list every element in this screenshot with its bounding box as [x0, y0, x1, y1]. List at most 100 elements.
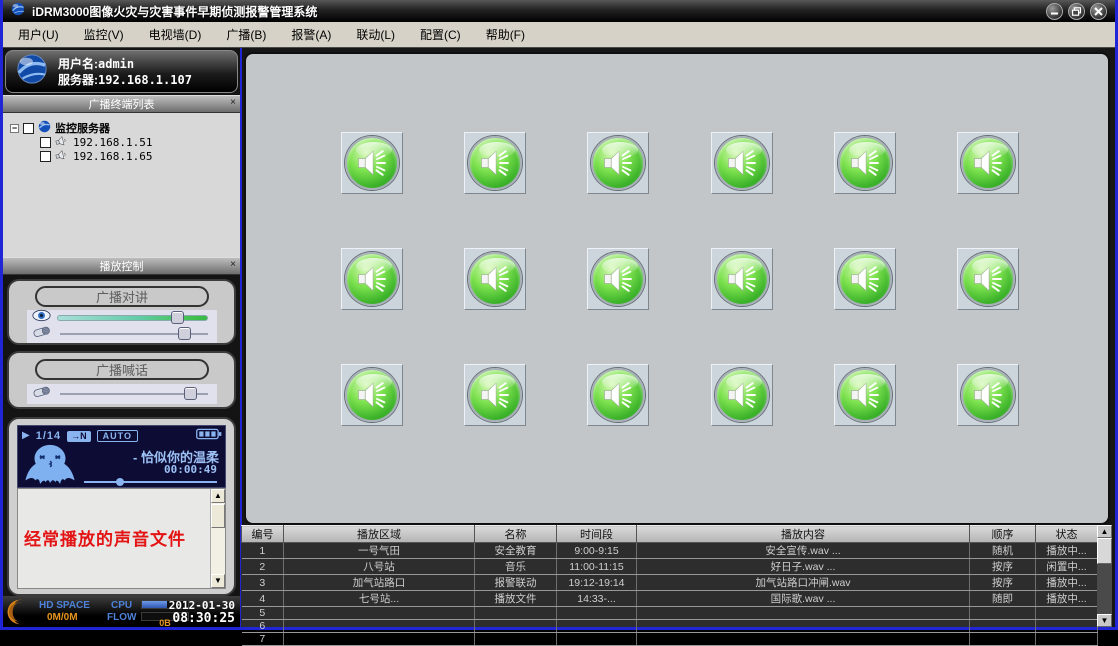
root-checkbox[interactable]	[23, 123, 34, 134]
sound-file-list[interactable]: 经常播放的声音文件 ▲ ▼	[17, 488, 226, 589]
talk-mic-slider[interactable]	[60, 327, 212, 341]
speaker-button[interactable]	[587, 248, 649, 310]
progress-dot[interactable]	[116, 478, 124, 486]
talk-volume-slider[interactable]	[57, 311, 212, 325]
speaker-button[interactable]	[711, 132, 773, 194]
speaker-button[interactable]	[957, 132, 1019, 194]
speaker-button[interactable]	[341, 132, 403, 194]
schedule-cell	[637, 620, 970, 633]
shout-mic-thumb[interactable]	[184, 387, 197, 400]
table-header-cell[interactable]: 状态	[1036, 526, 1098, 543]
speaker-button[interactable]	[711, 248, 773, 310]
table-header-cell[interactable]: 顺序	[970, 526, 1036, 543]
sidebar: 用户名:admin 服务器:192.168.1.107 广播终端列表 × − 监…	[3, 48, 242, 627]
schedule-cell: 14:33-...	[557, 591, 637, 607]
terminal-row[interactable]: 192.168.1.51	[3, 135, 240, 149]
player-screen: ▶ 1/14 →N AUTO - 恰似你的温柔 00:00:49	[17, 425, 226, 488]
horn-icon	[55, 149, 69, 164]
shout-mic-slider[interactable]	[60, 387, 212, 401]
speaker-button[interactable]	[464, 364, 526, 426]
talk-volume-thumb[interactable]	[171, 311, 184, 324]
schedule-row[interactable]: 5	[242, 607, 1098, 620]
schedule-cell: 6	[242, 620, 284, 633]
table-scrollbar[interactable]: ▲ ▼	[1097, 525, 1112, 627]
schedule-cell	[475, 607, 557, 620]
schedule-row[interactable]: 2八号站音乐11:00-11:15好日子.wav ...按序闲置中...	[242, 559, 1098, 575]
terminal-ip: 192.168.1.51	[73, 136, 152, 149]
restore-button[interactable]	[1068, 3, 1085, 20]
terminal-row[interactable]: 192.168.1.65	[3, 149, 240, 163]
speaker-button[interactable]	[587, 364, 649, 426]
scroll-thumb[interactable]	[211, 504, 225, 528]
battery-icon	[196, 427, 222, 445]
username-label: 用户名:	[58, 57, 98, 71]
schedule-table-area: 编号播放区域名称时间段播放内容顺序状态 1一号气田安全教育9:00-9:15安全…	[241, 525, 1112, 627]
menu-item-2[interactable]: 监控(V)	[84, 26, 124, 43]
horn-icon	[55, 135, 69, 150]
scroll-down-icon[interactable]: ▼	[211, 574, 225, 588]
menu-item-8[interactable]: 帮助(F)	[486, 26, 525, 43]
broadcast-talk-button[interactable]: 广播对讲	[35, 286, 209, 307]
speaker-button[interactable]	[834, 248, 896, 310]
schedule-cell: 2	[242, 559, 284, 575]
speaker-icon	[468, 252, 522, 306]
menu-item-3[interactable]: 电视墙(D)	[149, 26, 202, 43]
tree-root-row[interactable]: − 监控服务器	[3, 121, 240, 135]
speaker-button[interactable]	[957, 364, 1019, 426]
speaker-button[interactable]	[341, 364, 403, 426]
speaker-button[interactable]	[587, 132, 649, 194]
microphone-icon	[32, 325, 54, 343]
schedule-row[interactable]: 3加气站路口报警联动19:12-19:14加气站路口冲闸.wav按序播放中...	[242, 575, 1098, 591]
speaker-button[interactable]	[957, 248, 1019, 310]
talk-mic-thumb[interactable]	[178, 327, 191, 340]
broadcast-talk-group: 广播对讲	[7, 279, 236, 345]
flow-label: FLOW	[107, 612, 136, 623]
speaker-button[interactable]	[464, 132, 526, 194]
close-button[interactable]	[1090, 3, 1107, 20]
table-scroll-up-icon[interactable]: ▲	[1097, 525, 1112, 538]
song-progress-bar[interactable]	[84, 481, 217, 483]
speaker-icon	[961, 136, 1015, 190]
menu-item-6[interactable]: 联动(L)	[356, 26, 395, 43]
schedule-cell	[557, 633, 637, 646]
playback-panel-close-icon[interactable]: ×	[230, 260, 236, 270]
schedule-row[interactable]: 1一号气田安全教育9:00-9:15安全宣传.wav ...随机播放中...	[242, 543, 1098, 559]
table-scroll-down-icon[interactable]: ▼	[1097, 614, 1112, 627]
menu-item-7[interactable]: 配置(C)	[420, 26, 461, 43]
minimize-button[interactable]	[1046, 3, 1063, 20]
schedule-row[interactable]: 7	[242, 633, 1098, 646]
speaker-button[interactable]	[711, 364, 773, 426]
terminal-checkbox[interactable]	[40, 151, 51, 162]
speaker-icon	[838, 136, 892, 190]
table-header-cell[interactable]: 名称	[475, 526, 557, 543]
speaker-button[interactable]	[341, 248, 403, 310]
menu-item-4[interactable]: 广播(B)	[226, 26, 266, 43]
media-panel: ▶ 1/14 →N AUTO - 恰似你的温柔 00:00:49 经常播放的声音…	[7, 417, 236, 596]
menu-item-1[interactable]: 用户(U)	[18, 26, 59, 43]
speaker-icon	[468, 136, 522, 190]
speaker-icon	[345, 136, 399, 190]
schedule-cell	[284, 607, 475, 620]
app-window: iDRM3000图像火灾与灾害事件早期侦测报警管理系统 用户(U)监控(V)电视…	[0, 0, 1118, 630]
speaker-button[interactable]	[834, 364, 896, 426]
schedule-row[interactable]: 4七号站...播放文件14:33-...国际歌.wav ...随即播放中...	[242, 591, 1098, 607]
tree-expand-icon[interactable]: −	[10, 124, 19, 133]
speaker-button[interactable]	[834, 132, 896, 194]
file-list-scrollbar[interactable]: ▲ ▼	[210, 489, 225, 588]
table-header-cell[interactable]: 播放内容	[637, 526, 970, 543]
table-scroll-thumb[interactable]	[1097, 538, 1112, 564]
table-header-cell[interactable]: 编号	[242, 526, 284, 543]
schedule-cell: 11:00-11:15	[557, 559, 637, 575]
auto-mode-badge: AUTO	[97, 430, 138, 442]
schedule-row[interactable]: 6	[242, 620, 1098, 633]
terminal-checkbox[interactable]	[40, 137, 51, 148]
table-header-cell[interactable]: 播放区域	[284, 526, 475, 543]
table-header-cell[interactable]: 时间段	[557, 526, 637, 543]
terminal-panel-close-icon[interactable]: ×	[230, 98, 236, 108]
broadcast-shout-button[interactable]: 广播喊话	[35, 359, 209, 380]
speaker-button[interactable]	[464, 248, 526, 310]
menu-item-5[interactable]: 报警(A)	[291, 26, 331, 43]
scroll-up-icon[interactable]: ▲	[211, 489, 225, 503]
schedule-cell	[284, 633, 475, 646]
next-mode-badge: →N	[67, 431, 91, 442]
